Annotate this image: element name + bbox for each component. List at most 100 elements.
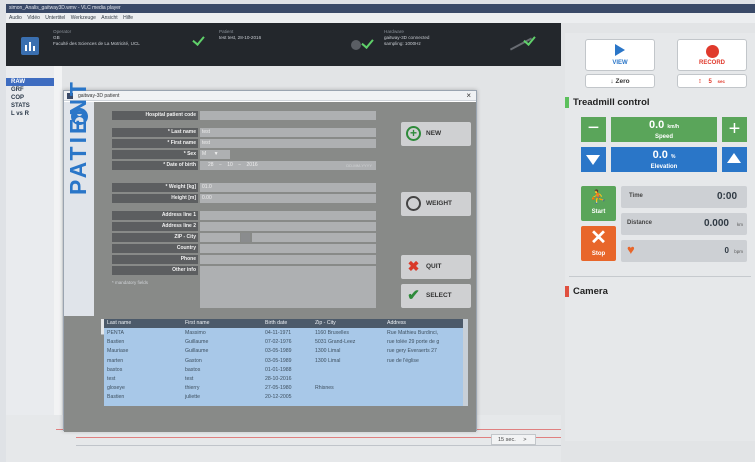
camera-marker bbox=[565, 286, 569, 297]
dob-input[interactable]: 28 − 10 − 2016 DD-MM-YYYY bbox=[200, 161, 376, 170]
zero-button[interactable]: ↓ Zero bbox=[585, 74, 655, 88]
weight-button-label: WEIGHT bbox=[426, 200, 452, 207]
col-last-name[interactable]: Last name bbox=[107, 320, 131, 326]
col-birth-date[interactable]: Birth date bbox=[265, 320, 287, 326]
table-cell: Guillaume bbox=[185, 348, 209, 355]
first-name-input[interactable]: test bbox=[200, 139, 376, 148]
weight-button[interactable]: WEIGHT bbox=[401, 192, 471, 216]
phone-label: Phone bbox=[112, 255, 198, 264]
zero-label: Zero bbox=[615, 78, 630, 85]
dob-sep-1: − bbox=[218, 162, 222, 168]
select-button[interactable]: ✔ SELECT bbox=[401, 284, 471, 308]
col-address[interactable]: Address bbox=[387, 320, 406, 326]
record-duration-stepper[interactable]: ⁝ 5 sec bbox=[677, 74, 747, 88]
other-info-textarea[interactable] bbox=[200, 266, 376, 308]
last-name-input[interactable]: test bbox=[200, 128, 376, 137]
elevation-decrease-button[interactable] bbox=[581, 147, 606, 172]
dialog-close-icon[interactable]: × bbox=[466, 91, 471, 101]
address1-input[interactable] bbox=[200, 211, 376, 220]
nav-raw[interactable]: RAW bbox=[6, 78, 54, 86]
weight-input[interactable]: 01.0 bbox=[200, 183, 376, 192]
zip-city-select-button[interactable] bbox=[241, 233, 250, 242]
address2-input[interactable] bbox=[200, 222, 376, 231]
window-title: simon_Analis_gaitway3D.wmv - VLC media p… bbox=[9, 5, 121, 11]
new-button-label: NEW bbox=[426, 130, 442, 137]
col-zip-city[interactable]: Zip - City bbox=[315, 320, 336, 326]
view-button[interactable]: VIEW bbox=[585, 39, 655, 71]
table-cell: 5031 Grand-Leez bbox=[315, 339, 356, 346]
sex-select[interactable]: M ▼ bbox=[200, 150, 230, 159]
record-button[interactable]: RECORD bbox=[677, 39, 747, 71]
play-icon bbox=[615, 44, 625, 56]
col-first-name[interactable]: First name bbox=[185, 320, 210, 326]
nav-cop[interactable]: COP bbox=[6, 94, 54, 102]
table-row[interactable]: test test 28-10-2016 bbox=[104, 375, 463, 384]
dob-label: * Date of birth bbox=[112, 161, 198, 170]
menu-bar: Audio Vidéo Untertitel Werkzeuge Ansicht… bbox=[6, 13, 755, 23]
zip-input[interactable] bbox=[200, 233, 240, 242]
stop-button[interactable]: ✕ Stop bbox=[581, 226, 616, 261]
table-row[interactable]: marten Gaston 03-05-1989 1300 Limal rue de l… bbox=[104, 357, 463, 366]
menu-werkzeuge[interactable]: Werkzeuge bbox=[71, 15, 96, 21]
sex-label: * Sex bbox=[112, 150, 198, 159]
patient-value: test test, 28-10-2016 bbox=[219, 35, 262, 40]
record-label: RECORD bbox=[698, 60, 725, 66]
table-cell: bastos bbox=[185, 366, 201, 373]
stop-label: Stop bbox=[591, 251, 606, 257]
dob-month: 10 bbox=[227, 162, 233, 168]
scale-icon bbox=[406, 196, 421, 211]
nav-l-vs-r[interactable]: L vs R bbox=[6, 110, 54, 118]
checkmark-icon: ✔ bbox=[407, 287, 420, 304]
stepper-icon: ⁝ bbox=[698, 79, 701, 85]
table-cell: PENTA bbox=[107, 330, 124, 336]
quit-button[interactable]: ✖ QUIT bbox=[401, 255, 471, 279]
table-cell: test bbox=[107, 376, 116, 382]
table-cell: Rhisnes bbox=[315, 385, 334, 392]
table-row[interactable]: Bastien juliette 20-12-2005 bbox=[104, 393, 463, 402]
dialog-title-bar: gaitway-3D patient × bbox=[64, 91, 476, 101]
phone-input[interactable] bbox=[200, 255, 376, 264]
table-scrollbar[interactable] bbox=[463, 319, 468, 406]
table-row[interactable]: PENTA Massimo 04-11-1971 1160 Bruxelles Rue … bbox=[104, 329, 463, 338]
table-cell: 1300 Limal bbox=[315, 357, 341, 364]
table-cell: 03-05-1989 bbox=[265, 357, 292, 364]
city-input[interactable] bbox=[252, 233, 376, 242]
record-duration-value: 5 bbox=[708, 79, 712, 85]
start-button[interactable]: ⛹ Start bbox=[581, 186, 616, 221]
menu-video[interactable]: Vidéo bbox=[27, 15, 40, 21]
timeline-duration-button[interactable]: 15 sec. > bbox=[491, 434, 536, 445]
new-button[interactable]: + NEW bbox=[401, 122, 471, 146]
menu-ansicht[interactable]: Ansicht bbox=[101, 15, 117, 21]
treadmill-marker bbox=[565, 97, 569, 108]
speed-value: 0.0 bbox=[648, 119, 665, 131]
table-row[interactable]: Mauriase Guillaume 03-05-1989 1300 Limal rue… bbox=[104, 347, 463, 356]
hospital-code-input[interactable] bbox=[200, 111, 376, 120]
triangle-down-icon bbox=[586, 155, 600, 165]
table-row[interactable]: Bastien Guillaume 07-02-1976 5031 Grand-Lee… bbox=[104, 338, 463, 347]
address2-label: Address line 2 bbox=[112, 222, 198, 231]
time-box: Time 0:00 bbox=[621, 186, 747, 208]
time-value: 0:00 bbox=[716, 191, 737, 202]
menu-untertitel[interactable]: Untertitel bbox=[45, 15, 65, 21]
menu-audio[interactable]: Audio bbox=[9, 15, 22, 21]
menu-hilfe[interactable]: Hilfe bbox=[123, 15, 133, 21]
nav-grf[interactable]: GRF bbox=[6, 86, 54, 94]
table-cell: Rue Mathieu Burdinci, bbox=[387, 330, 439, 336]
country-input[interactable] bbox=[200, 244, 376, 253]
speed-increase-button[interactable]: + bbox=[722, 117, 747, 142]
nav-stats[interactable]: STATS bbox=[6, 102, 54, 110]
app-logo-icon[interactable] bbox=[21, 37, 39, 55]
table-row[interactable]: bastos bastos 01-01-1988 bbox=[104, 366, 463, 375]
table-cell: Gaston bbox=[185, 357, 202, 364]
hardware-sampling: sampling: 1000Hz bbox=[384, 41, 421, 46]
speed-decrease-button[interactable]: − bbox=[581, 117, 606, 142]
table-cell: marten bbox=[107, 357, 124, 364]
operator-affiliation: Faculté des Sciences de La Motricité, UC… bbox=[53, 41, 140, 46]
elevation-increase-button[interactable] bbox=[722, 147, 747, 172]
timeline-track-3 bbox=[76, 445, 561, 446]
table-row[interactable]: gloseye thierry 27-05-1980 Rhisnes bbox=[104, 384, 463, 393]
x-icon: ✖ bbox=[407, 258, 420, 274]
patient-avatar-icon bbox=[351, 40, 361, 50]
patient-info: Patient test test, 28-10-2016 bbox=[219, 29, 339, 41]
height-input[interactable]: 0.00 bbox=[200, 194, 376, 203]
